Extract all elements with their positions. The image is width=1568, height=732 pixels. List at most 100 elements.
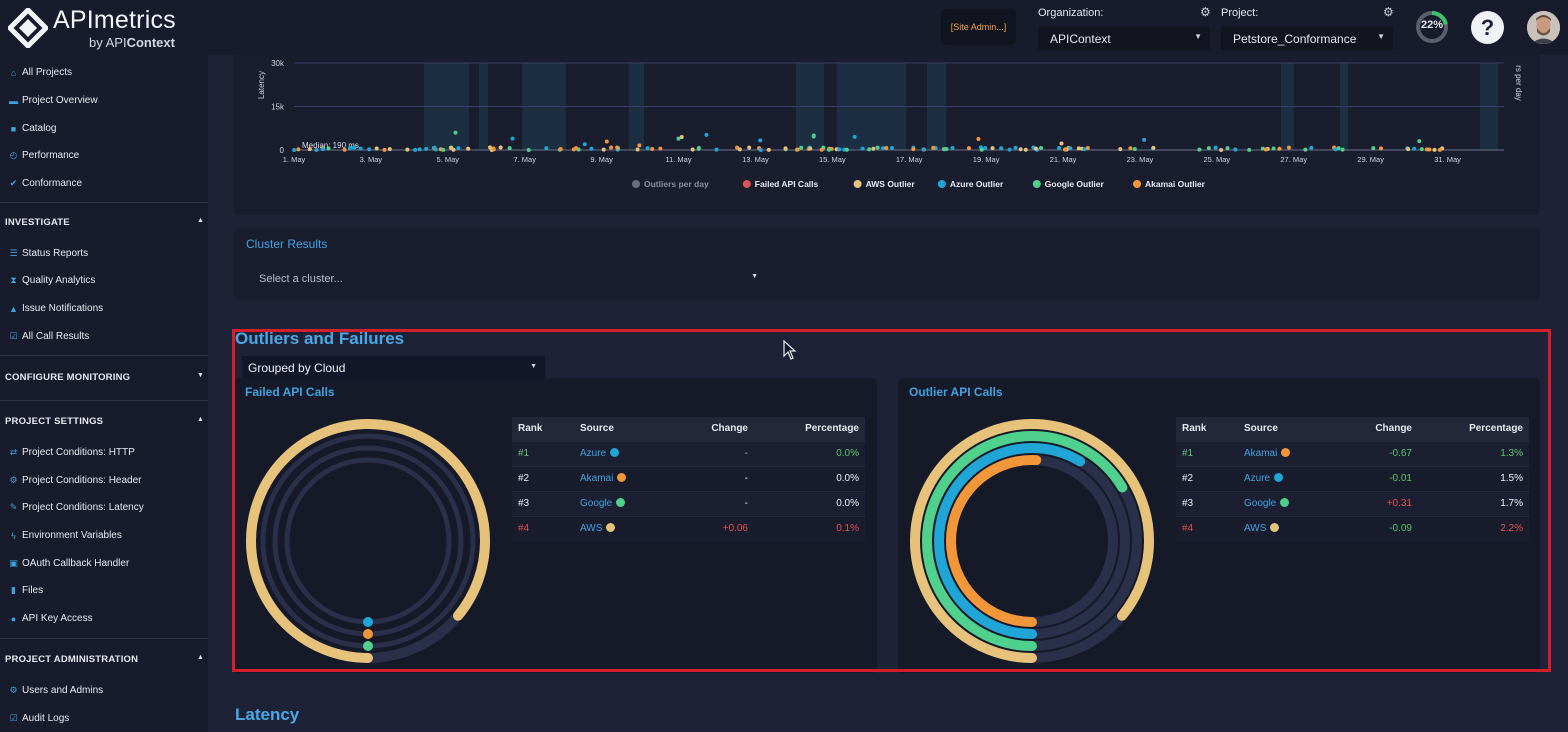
source-link[interactable]: Akamai <box>580 473 613 484</box>
source-link[interactable]: Azure <box>580 448 606 459</box>
scatter-point[interactable] <box>645 146 650 151</box>
scatter-point[interactable] <box>1336 146 1341 151</box>
scatter-point[interactable] <box>1039 145 1044 150</box>
sidebar-section-investigate[interactable]: INVESTIGATE ▲ <box>5 217 204 228</box>
scatter-point[interactable] <box>1023 147 1028 152</box>
scatter-point[interactable] <box>696 145 701 150</box>
scatter-point[interactable] <box>1340 147 1345 152</box>
scatter-point[interactable] <box>358 146 363 151</box>
scatter-point[interactable] <box>1206 146 1211 151</box>
scatter-point[interactable] <box>544 146 549 151</box>
scatter-point[interactable] <box>635 147 640 152</box>
scatter-point[interactable] <box>1263 147 1268 152</box>
scatter-point[interactable] <box>819 147 824 152</box>
scatter-point[interactable] <box>1271 146 1276 151</box>
sidebar-item-issue-notifications[interactable]: ▲ Issue Notifications <box>9 303 103 314</box>
scatter-point[interactable] <box>990 146 995 151</box>
scatter-point[interactable] <box>582 142 587 147</box>
sidebar-item-files[interactable]: ▮ Files <box>9 585 43 596</box>
scatter-point[interactable] <box>441 147 446 152</box>
scatter-point[interactable] <box>456 146 461 151</box>
sidebar-section-project-settings[interactable]: PROJECT SETTINGS ▲ <box>5 416 204 427</box>
scatter-point[interactable] <box>860 146 865 151</box>
scatter-point[interactable] <box>466 146 471 151</box>
scatter-point[interactable] <box>321 147 326 152</box>
sidebar-item-conditions-latency[interactable]: ✎ Project Conditions: Latency <box>9 502 144 513</box>
scatter-point[interactable] <box>405 147 410 152</box>
scatter-point[interactable] <box>637 143 642 148</box>
scatter-point[interactable] <box>296 147 301 152</box>
scatter-point[interactable] <box>1076 146 1081 151</box>
scatter-point[interactable] <box>498 145 503 150</box>
scatter-point[interactable] <box>609 145 614 150</box>
project-gear-icon[interactable]: ⚙ <box>1383 5 1394 19</box>
scatter-point[interactable] <box>1309 145 1314 150</box>
scatter-point[interactable] <box>413 147 418 152</box>
scatter-point[interactable] <box>374 146 379 151</box>
sidebar-item-users-admins[interactable]: ⚙ Users and Admins <box>9 685 103 696</box>
sidebar-section-project-administration[interactable]: PROJECT ADMINISTRATION ▲ <box>5 654 204 665</box>
column-header[interactable]: Rank <box>512 417 574 441</box>
scatter-point[interactable] <box>1063 147 1068 152</box>
scatter-point[interactable] <box>737 147 742 152</box>
legend-item[interactable]: Failed API Calls <box>755 179 819 189</box>
scatter-point[interactable] <box>1427 147 1432 152</box>
scatter-point[interactable] <box>314 147 319 152</box>
column-header[interactable]: Change <box>660 417 754 441</box>
scatter-point[interactable] <box>491 146 496 151</box>
source-link[interactable]: Azure <box>1244 473 1270 484</box>
scatter-point[interactable] <box>966 146 971 151</box>
scatter-point[interactable] <box>1303 147 1308 152</box>
sidebar-item-api-key-access[interactable]: ● API Key Access <box>9 613 93 624</box>
scatter-point[interactable] <box>704 132 709 137</box>
scatter-point[interactable] <box>601 147 606 152</box>
scatter-point[interactable] <box>432 145 437 150</box>
column-header[interactable]: Rank <box>1176 417 1238 441</box>
scatter-point[interactable] <box>931 145 936 150</box>
scatter-point[interactable] <box>417 147 422 152</box>
scatter-point[interactable] <box>758 147 763 152</box>
organization-select[interactable]: APIContext ▼ <box>1038 26 1210 50</box>
scatter-point[interactable] <box>1142 137 1147 142</box>
sidebar-item-conformance[interactable]: ✔ Conformance <box>9 178 82 189</box>
source-link[interactable]: Google <box>1244 498 1276 509</box>
scatter-point[interactable] <box>424 146 429 151</box>
scatter-point[interactable] <box>1085 146 1090 151</box>
scatter-point[interactable] <box>367 147 372 152</box>
scatter-point[interactable] <box>1118 147 1123 152</box>
scatter-point[interactable] <box>852 134 857 139</box>
scatter-point[interactable] <box>1059 141 1064 146</box>
scatter-point[interactable] <box>1406 147 1411 152</box>
scatter-point[interactable] <box>448 145 453 150</box>
scatter-point[interactable] <box>758 138 763 143</box>
sidebar-item-oauth-callback[interactable]: ▣ OAuth Callback Handler <box>9 558 129 569</box>
scatter-point[interactable] <box>1277 146 1282 151</box>
sidebar-section-configure-monitoring[interactable]: CONFIGURE MONITORING ▼ <box>5 372 204 383</box>
scatter-point[interactable] <box>999 146 1004 151</box>
scatter-point[interactable] <box>387 147 392 152</box>
sidebar-item-audit-logs[interactable]: ☑ Audit Logs <box>9 713 69 724</box>
source-link[interactable]: Akamai <box>1244 448 1277 459</box>
scatter-point[interactable] <box>382 147 387 152</box>
scatter-point[interactable] <box>827 147 832 152</box>
scatter-point[interactable] <box>714 147 719 152</box>
scatter-point[interactable] <box>950 146 955 151</box>
scatter-point[interactable] <box>1371 146 1376 151</box>
scatter-point[interactable] <box>844 147 849 152</box>
scatter-point[interactable] <box>808 146 813 151</box>
scatter-point[interactable] <box>1018 147 1023 152</box>
scatter-point[interactable] <box>453 130 458 135</box>
scatter-point[interactable] <box>799 145 804 150</box>
scatter-point[interactable] <box>526 147 531 152</box>
scatter-point[interactable] <box>292 147 297 152</box>
scatter-point[interactable] <box>326 146 331 151</box>
scatter-point[interactable] <box>1013 145 1018 150</box>
scatter-point[interactable] <box>488 145 493 150</box>
legend-item[interactable]: Akamai Outlier <box>1145 179 1206 189</box>
sidebar-item-catalog[interactable]: ■ Catalog <box>9 123 57 134</box>
column-header[interactable]: Percentage <box>1418 417 1529 441</box>
cluster-select[interactable]: Select a cluster... ▼ <box>246 264 764 292</box>
donut-arc-azure[interactable] <box>363 617 373 627</box>
scatter-point[interactable] <box>1151 145 1156 150</box>
scatter-point[interactable] <box>867 147 872 152</box>
